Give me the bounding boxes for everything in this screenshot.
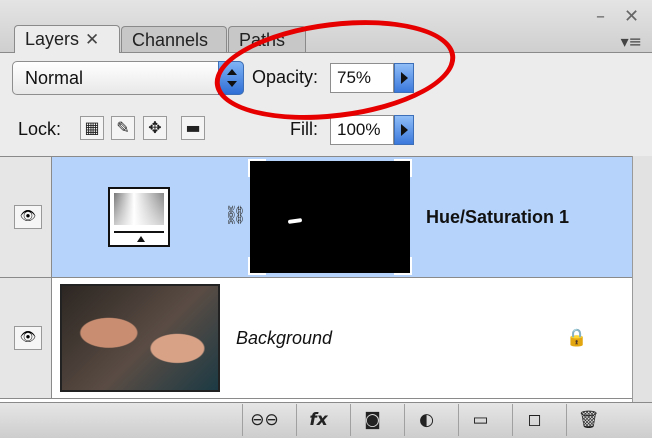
minimize-icon[interactable]: – <box>596 8 605 26</box>
eye-icon[interactable]: 👁 <box>14 326 42 350</box>
adjustment-line <box>114 231 164 233</box>
eye-icon[interactable]: 👁 <box>14 205 42 229</box>
select-arrows-icon[interactable] <box>218 61 244 95</box>
tab-channels-label: Channels <box>132 30 209 50</box>
blend-mode-select[interactable]: Normal <box>12 61 244 95</box>
adjustment-gradient <box>114 193 164 225</box>
lock-image-pixels-icon[interactable]: ✎ <box>111 116 135 140</box>
tab-close-icon[interactable]: ✕ <box>85 30 99 49</box>
tab-paths-label: Paths <box>239 30 286 50</box>
visibility-column: 👁 <box>0 278 52 398</box>
tab-paths[interactable]: Paths <box>228 26 306 52</box>
panel-menu-icon[interactable]: ▾≡ <box>621 32 642 51</box>
close-icon[interactable]: ✕ <box>624 8 639 26</box>
panel-header: – ✕ Layers ✕ Channels Paths ▾≡ <box>0 0 652 53</box>
layer-options: Normal Opacity: 75% Lock: ▦ ✎ ✥ ▬ Fill: … <box>0 52 652 157</box>
new-layer-icon[interactable]: ◻ <box>512 404 556 436</box>
background-thumbnail[interactable] <box>60 284 220 392</box>
tab-layers[interactable]: Layers ✕ <box>14 25 120 53</box>
layers-panel: – ✕ Layers ✕ Channels Paths ▾≡ Normal Opa… <box>0 0 652 438</box>
adjustment-thumbnail[interactable] <box>108 187 170 247</box>
lock-icon: 🔒 <box>566 328 588 348</box>
add-mask-icon[interactable]: ◙ <box>350 404 394 436</box>
layers-list: 👁 ⛓ Hue/Saturation 1 👁 Background 🔒 <box>0 156 632 403</box>
layer-name[interactable]: Hue/Saturation 1 <box>426 207 569 228</box>
adjustment-layer-icon[interactable]: ◐ <box>404 404 448 436</box>
fx-icon[interactable]: fx <box>296 404 340 436</box>
lock-position-icon[interactable]: ✥ <box>143 116 167 140</box>
trash-icon[interactable]: 🗑 <box>566 404 610 436</box>
layer-row-background[interactable]: 👁 Background 🔒 <box>0 278 632 399</box>
fill-label: Fill: <box>290 119 318 139</box>
mask-corner <box>394 159 412 177</box>
opacity-slider-button[interactable] <box>394 63 414 93</box>
layer-mask-thumbnail[interactable] <box>248 159 412 275</box>
fill-input[interactable]: 100% <box>330 115 394 145</box>
scrollbar[interactable] <box>632 156 652 402</box>
lock-label: Lock: <box>18 119 62 139</box>
mask-highlight <box>287 218 303 224</box>
panel-footer: ⊖⊖ fx ◙ ◐ ▭ ◻ 🗑 <box>0 402 652 438</box>
link-icon[interactable]: ⛓ <box>224 205 247 226</box>
link-layers-icon[interactable]: ⊖⊖ <box>242 404 286 436</box>
adjustment-triangle-icon <box>137 236 145 242</box>
lock-all-icon[interactable]: ▬ <box>181 116 205 140</box>
layer-name[interactable]: Background <box>236 328 332 349</box>
group-folder-icon[interactable]: ▭ <box>458 404 502 436</box>
tab-layers-label: Layers <box>25 29 80 49</box>
tab-channels[interactable]: Channels <box>121 26 227 52</box>
blend-mode-value: Normal <box>25 68 84 88</box>
visibility-column: 👁 <box>0 157 52 277</box>
opacity-label: Opacity: <box>252 67 319 87</box>
opacity-input[interactable]: 75% <box>330 63 394 93</box>
lock-transparency-icon[interactable]: ▦ <box>80 116 104 140</box>
mask-corner <box>394 257 412 275</box>
layer-row-hue-saturation[interactable]: 👁 ⛓ Hue/Saturation 1 <box>0 157 632 278</box>
mask-corner <box>248 257 266 275</box>
mask-corner <box>248 159 266 177</box>
fill-slider-button[interactable] <box>394 115 414 145</box>
